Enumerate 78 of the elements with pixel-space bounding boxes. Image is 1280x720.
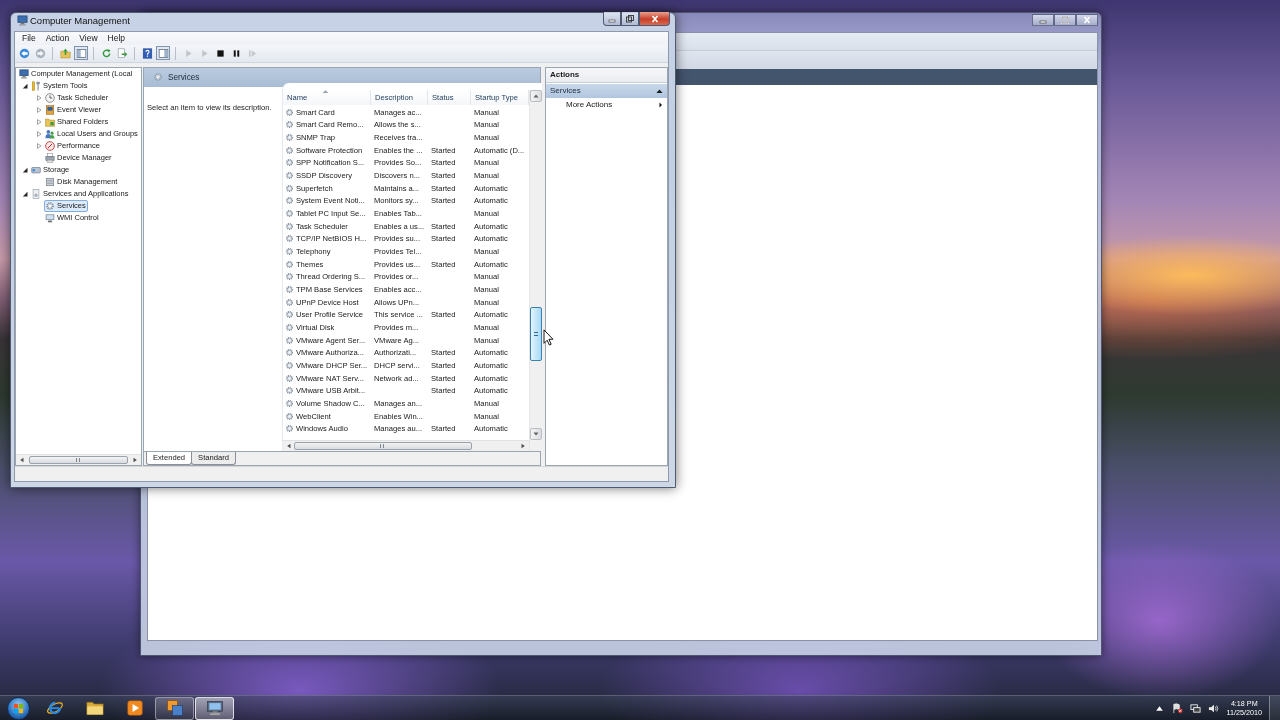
action-pane-button[interactable] <box>156 46 170 61</box>
up-triangle-icon[interactable] <box>656 88 663 94</box>
taskbar-button[interactable] <box>195 696 234 720</box>
minimize-button[interactable] <box>1032 14 1054 26</box>
gear-icon <box>45 200 55 211</box>
up-level-button[interactable] <box>58 46 72 61</box>
help-button[interactable] <box>140 46 154 61</box>
gauge-icon <box>45 140 55 151</box>
log-book-icon <box>45 104 55 115</box>
refresh-icon <box>100 47 112 59</box>
export-icon <box>116 47 128 59</box>
caret-icon[interactable] <box>22 190 28 197</box>
browser-icon <box>45 699 64 717</box>
export-button[interactable] <box>115 46 129 61</box>
help-icon <box>141 47 153 59</box>
monitor-icon <box>45 212 55 223</box>
shared-folder-icon <box>45 116 55 127</box>
computer-icon <box>205 699 224 717</box>
panel-title: Actions <box>546 67 667 83</box>
caret-icon[interactable] <box>22 82 28 89</box>
action-item[interactable]: More Actions <box>546 97 667 112</box>
scrollbar-thumb[interactable] <box>29 456 128 465</box>
close-icon <box>1082 16 1092 24</box>
menu-item[interactable]: File <box>17 33 41 44</box>
media-player-icon <box>125 699 144 717</box>
folder-up-icon <box>59 47 71 59</box>
minimize-button[interactable] <box>603 12 621 26</box>
window-title: Computer Management <box>30 15 130 26</box>
users-icon <box>45 128 55 139</box>
printer-icon <box>45 152 55 163</box>
panel-icon <box>75 47 87 59</box>
restore-icon <box>625 14 635 23</box>
down-triangle-icon <box>533 432 539 437</box>
scrollbar-thumb[interactable] <box>294 442 472 451</box>
menu-item[interactable]: View <box>74 33 103 44</box>
left-arrow-icon[interactable] <box>286 443 292 450</box>
right-arrow-icon[interactable] <box>520 443 526 450</box>
computer-icon <box>19 68 29 79</box>
close-button[interactable] <box>639 12 670 26</box>
menu-item[interactable]: Action <box>40 33 75 44</box>
console-tree-button[interactable] <box>74 46 88 61</box>
network-icon[interactable] <box>1189 702 1201 714</box>
panel-icon <box>157 47 169 59</box>
four-squares-icon <box>13 702 24 714</box>
maximize-icon <box>1060 16 1070 24</box>
computer-icon <box>17 15 28 26</box>
gear-icon <box>153 72 163 83</box>
up-triangle-icon <box>533 93 539 98</box>
document-icon <box>31 188 41 199</box>
drive-icon <box>31 164 41 175</box>
scroll-up-button[interactable] <box>530 89 542 102</box>
squares-icon <box>165 699 184 717</box>
right-arrow-icon[interactable] <box>132 457 138 464</box>
section-header[interactable]: Services <box>546 83 667 98</box>
caret-icon[interactable] <box>22 166 28 173</box>
maximize-button[interactable] <box>621 12 639 26</box>
close-button[interactable] <box>1076 14 1098 26</box>
right-arrow-icon <box>34 47 46 59</box>
left-arrow-icon <box>18 47 30 59</box>
pane-title: Services <box>168 72 200 82</box>
show-desktop-button[interactable] <box>1269 696 1280 720</box>
close-icon <box>649 14 660 23</box>
menu-item[interactable]: Help <box>102 33 131 44</box>
stop-icon <box>214 47 226 59</box>
scrollbar-thumb[interactable] <box>530 306 542 361</box>
scroll-down-button[interactable] <box>530 428 542 441</box>
maximize-button[interactable] <box>1054 14 1076 26</box>
back-button[interactable] <box>17 46 31 61</box>
section-title: Services <box>550 86 581 96</box>
speaker-icon[interactable] <box>1207 702 1219 714</box>
sort-arrow-icon <box>322 89 329 94</box>
right-triangle-icon <box>658 101 662 108</box>
clock-icon <box>45 92 55 103</box>
flag-icon[interactable] <box>1171 702 1183 714</box>
resume-icon <box>246 47 258 59</box>
tools-icon <box>31 80 41 91</box>
left-arrow-icon[interactable] <box>19 457 25 464</box>
folder-icon <box>85 699 104 717</box>
